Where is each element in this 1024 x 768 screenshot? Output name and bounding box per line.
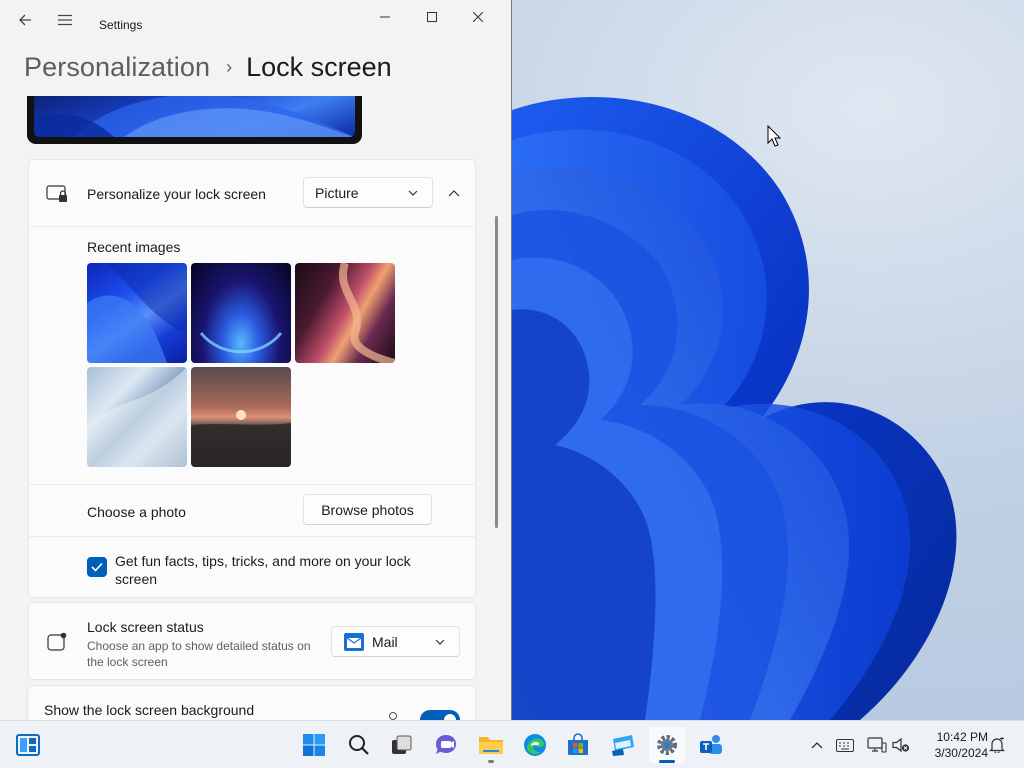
- file-explorer-button[interactable]: [473, 727, 509, 763]
- recent-images-row: Recent images: [29, 226, 475, 484]
- back-arrow-icon: [19, 14, 31, 26]
- breadcrumb-parent-link[interactable]: Personalization: [24, 52, 210, 83]
- fun-facts-checkbox[interactable]: [87, 557, 107, 577]
- chevron-down-icon: [408, 190, 418, 196]
- lock-screen-preview-image: [34, 96, 355, 137]
- running-indicator: [488, 760, 494, 763]
- settings-gear-icon: [657, 735, 677, 755]
- page-title: Lock screen: [246, 51, 392, 82]
- lock-screen-preview: [27, 96, 362, 144]
- network-ethernet-icon: [867, 737, 887, 753]
- personalize-dropdown-value: Picture: [315, 184, 359, 201]
- checkmark-icon: [91, 562, 103, 572]
- maximize-button[interactable]: [409, 0, 455, 34]
- lock-screen-monitor-icon: [46, 185, 67, 202]
- notifications-button[interactable]: [986, 721, 1008, 768]
- recent-image-thumbnail[interactable]: [191, 263, 291, 363]
- browse-photos-button[interactable]: Browse photos: [303, 494, 432, 525]
- microsoft-teams-button[interactable]: [693, 727, 729, 763]
- teams-icon: [700, 735, 722, 754]
- notification-bell-icon: [989, 737, 1005, 753]
- volume-muted-icon: [892, 737, 910, 753]
- personalize-label: Personalize your lock screen: [87, 186, 266, 202]
- recent-image-thumbnail[interactable]: [295, 263, 395, 363]
- touch-keyboard-button[interactable]: [834, 721, 856, 768]
- status-app-dropdown[interactable]: Mail: [331, 626, 460, 657]
- show-hidden-icons-button[interactable]: [806, 721, 828, 768]
- active-app-indicator: [659, 760, 675, 763]
- back-button[interactable]: [9, 4, 41, 36]
- settings-content: Personalize your lock screen Picture Rec…: [0, 96, 496, 720]
- app-title: Settings: [99, 18, 143, 32]
- chevron-down-icon: [435, 639, 445, 645]
- minimize-icon: [380, 16, 390, 18]
- breadcrumb: Personalization › Lock screen: [24, 48, 392, 86]
- toggle-state-indicator-icon: [389, 712, 397, 720]
- fun-facts-row: Get fun facts, tips, tricks, and more on…: [29, 536, 475, 598]
- file-explorer-icon: [479, 737, 503, 754]
- search-icon: [349, 735, 369, 755]
- lock-screen-status-card: Lock screen status Choose an app to show…: [28, 602, 476, 680]
- chat-button[interactable]: [428, 727, 464, 763]
- lock-screen-status-label: Lock screen status: [87, 619, 204, 635]
- fun-facts-label: Get fun facts, tips, tricks, and more on…: [115, 553, 411, 587]
- recent-images-label: Recent images: [87, 239, 181, 255]
- recent-image-thumbnail[interactable]: [87, 367, 187, 467]
- task-view-icon: [392, 735, 412, 754]
- chevron-up-icon: [448, 189, 460, 196]
- hamburger-icon: [58, 14, 72, 26]
- minimize-button[interactable]: [362, 0, 408, 34]
- settings-window: Settings Personalization › Lock screen P…: [0, 0, 512, 720]
- edge-browser-icon: [524, 734, 546, 756]
- recent-image-thumbnail[interactable]: [87, 263, 187, 363]
- microsoft-store-button[interactable]: [560, 727, 596, 763]
- show-background-toggle[interactable]: [420, 710, 460, 720]
- edge-button[interactable]: [517, 727, 553, 763]
- chevron-up-icon: [811, 741, 823, 748]
- navigation-menu-button[interactable]: [49, 4, 81, 36]
- widgets-icon: [16, 734, 40, 756]
- choose-photo-label: Choose a photo: [87, 504, 186, 520]
- personalize-lock-screen-card: Personalize your lock screen Picture Rec…: [28, 159, 476, 598]
- status-app-dropdown-value: Mail: [372, 633, 398, 650]
- personalize-header-row[interactable]: Personalize your lock screen Picture: [29, 160, 475, 226]
- data-studio-icon: [612, 735, 634, 756]
- close-button[interactable]: [455, 0, 501, 34]
- chat-icon: [436, 735, 456, 754]
- mouse-cursor-icon: [767, 124, 782, 147]
- collapse-button[interactable]: [441, 180, 467, 206]
- breadcrumb-separator: ›: [226, 56, 233, 77]
- clock-time: 10:42 PM: [936, 730, 988, 744]
- task-view-button[interactable]: [384, 727, 420, 763]
- recent-image-thumbnail[interactable]: [191, 367, 291, 467]
- clock-date: 3/30/2024: [934, 746, 988, 760]
- status-app-icon: [47, 632, 67, 651]
- settings-taskbar-button[interactable]: [649, 727, 685, 763]
- start-button[interactable]: [296, 727, 332, 763]
- azure-data-studio-button[interactable]: [605, 727, 641, 763]
- close-icon: [473, 12, 483, 22]
- store-icon: [568, 733, 588, 755]
- vertical-scrollbar[interactable]: [495, 216, 498, 528]
- network-button[interactable]: [866, 721, 888, 768]
- maximize-icon: [427, 12, 437, 22]
- search-button[interactable]: [341, 727, 377, 763]
- windows-logo-icon: [303, 734, 325, 756]
- title-bar: Settings: [0, 0, 511, 40]
- show-background-label: Show the lock screen background: [44, 702, 255, 718]
- personalize-dropdown[interactable]: Picture: [303, 177, 433, 208]
- widgets-button[interactable]: [10, 727, 46, 763]
- mail-icon: [344, 633, 364, 651]
- keyboard-icon: [836, 738, 854, 752]
- taskbar: 10:42 PM 3/30/2024: [0, 720, 1024, 768]
- show-background-card: Show the lock screen background: [27, 685, 476, 720]
- volume-button[interactable]: [890, 721, 912, 768]
- choose-photo-row: Choose a photo Browse photos: [29, 484, 475, 536]
- lock-screen-status-description: Choose an app to show detailed status on…: [87, 639, 311, 669]
- clock[interactable]: 10:42 PM 3/30/2024: [918, 729, 988, 761]
